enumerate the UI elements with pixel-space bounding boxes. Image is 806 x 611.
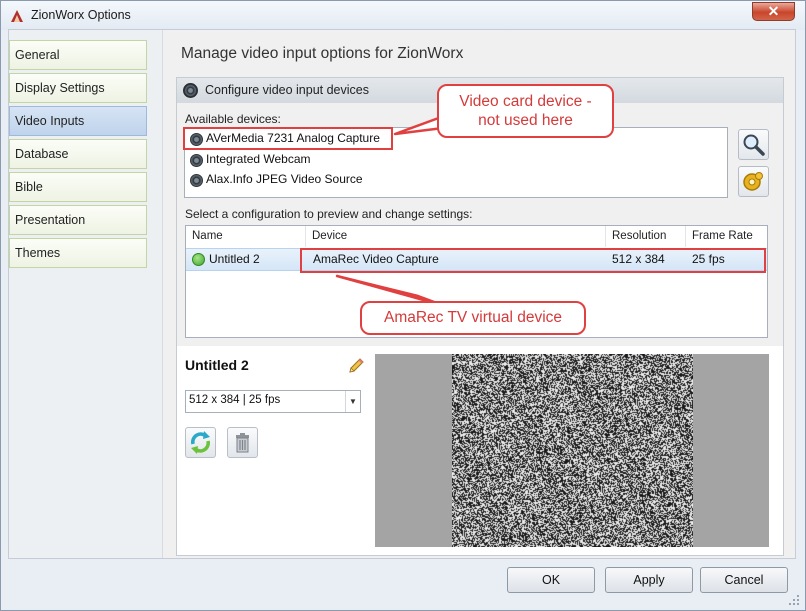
- pencil-icon[interactable]: [347, 357, 365, 375]
- resize-grip-icon[interactable]: [788, 594, 800, 606]
- camera-icon: [190, 154, 203, 167]
- nav-item-display-settings[interactable]: Display Settings: [9, 73, 147, 103]
- select-config-label: Select a configuration to preview and ch…: [185, 207, 473, 221]
- highlight-amarec-row: [300, 248, 766, 273]
- magnifier-icon: [743, 134, 765, 156]
- check-icon: [192, 253, 205, 266]
- nav-item-database[interactable]: Database: [9, 139, 147, 169]
- apply-button[interactable]: Apply: [605, 567, 693, 593]
- close-icon: ✕: [767, 3, 780, 19]
- nav-item-bible[interactable]: Bible: [9, 172, 147, 202]
- format-select[interactable]: 512 x 384 | 25 fps ▼: [185, 390, 361, 413]
- device-name: Alax.Info JPEG Video Source: [206, 172, 363, 186]
- callout-amarec: AmaRec TV virtual device: [360, 301, 586, 335]
- chevron-down-icon[interactable]: ▼: [345, 391, 360, 412]
- callout-video-card: Video card device - not used here: [437, 84, 614, 138]
- nav-item-general[interactable]: General: [9, 40, 147, 70]
- trash-icon: [236, 433, 249, 453]
- group-title: Configure video input devices: [205, 83, 369, 97]
- ok-button[interactable]: OK: [507, 567, 595, 593]
- column-header-name[interactable]: Name: [186, 226, 306, 247]
- config-name: Untitled 2: [185, 357, 249, 373]
- video-preview: [375, 354, 769, 547]
- column-header-resolution[interactable]: Resolution: [606, 226, 686, 247]
- nav-item-presentation[interactable]: Presentation: [9, 205, 147, 235]
- row-name: Untitled 2: [209, 252, 260, 266]
- nav-item-themes[interactable]: Themes: [9, 238, 147, 268]
- title-bar[interactable]: ZionWorx Options ✕: [1, 1, 805, 30]
- highlight-avermedia: [183, 127, 393, 150]
- search-devices-button[interactable]: [738, 129, 769, 160]
- refresh-icon: [191, 431, 210, 454]
- refresh-button[interactable]: [185, 427, 216, 458]
- column-header-device[interactable]: Device: [306, 226, 606, 247]
- camera-icon: [183, 83, 198, 98]
- format-select-value: 512 x 384 | 25 fps: [189, 394, 281, 406]
- gear-icon: [743, 172, 763, 191]
- nav-item-video-inputs[interactable]: Video Inputs: [9, 106, 147, 136]
- close-button[interactable]: ✕: [752, 2, 795, 21]
- page-title: Manage video input options for ZionWorx: [181, 45, 464, 62]
- column-header-frame-rate[interactable]: Frame Rate: [686, 226, 767, 247]
- static-noise: [452, 354, 693, 547]
- device-name: Integrated Webcam: [206, 152, 311, 166]
- delete-button[interactable]: [227, 427, 258, 458]
- app-logo-icon: [11, 10, 23, 22]
- window-title: ZionWorx Options: [31, 8, 131, 22]
- device-settings-button[interactable]: [738, 166, 769, 197]
- available-devices-label: Available devices:: [185, 112, 281, 126]
- cancel-button[interactable]: Cancel: [700, 567, 788, 593]
- camera-icon: [190, 174, 203, 187]
